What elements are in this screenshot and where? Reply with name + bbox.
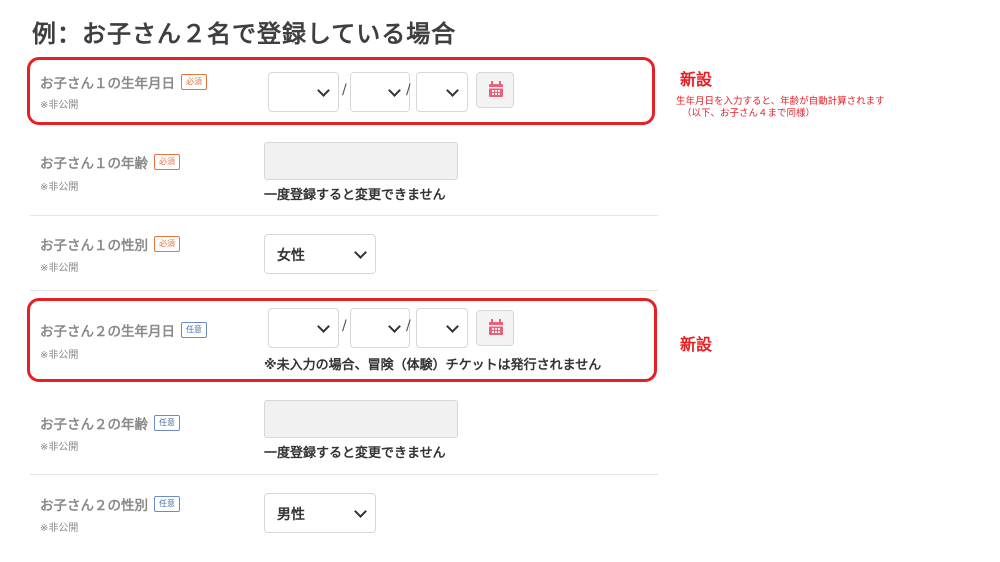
chevron-down-icon [446, 84, 459, 97]
child1-age-field [264, 142, 458, 180]
child1-age-label: お子さん１の年齢 必須 [40, 152, 180, 172]
field-label: お子さん１の性別 [40, 238, 148, 254]
child1-birth-month-select[interactable] [350, 72, 410, 112]
chevron-down-icon [388, 320, 401, 333]
calendar-button[interactable] [476, 72, 514, 108]
private-note: ※非公開 [40, 523, 79, 534]
helper-text: 一度登録すると変更できません [264, 188, 446, 203]
chevron-down-icon [317, 320, 330, 333]
new-field-label: 新設 [680, 70, 713, 89]
date-separator: / [342, 82, 347, 98]
child2-birthdate-label: お子さん２の生年月日 任意 [40, 320, 207, 340]
row-divider [30, 474, 658, 475]
calendar-button[interactable] [476, 310, 514, 346]
field-label: お子さん１の生年月日 [40, 76, 175, 92]
chevron-down-icon [388, 84, 401, 97]
optional-badge: 任意 [154, 496, 180, 512]
row-divider [30, 215, 658, 216]
private-note: ※非公開 [40, 263, 79, 274]
child2-birth-month-select[interactable] [350, 308, 410, 348]
chevron-down-icon [354, 246, 367, 259]
chevron-down-icon [317, 84, 330, 97]
required-badge: 必須 [154, 154, 180, 170]
child2-gender-select[interactable]: 男性 [264, 493, 376, 533]
page-heading: 例：お子さん２名で登録している場合 [32, 20, 457, 48]
field-label: お子さん２の年齢 [40, 417, 148, 433]
child2-age-field [264, 400, 458, 438]
child2-age-label: お子さん２の年齢 任意 [40, 413, 180, 433]
child1-birthdate-label: お子さん１の生年月日 必須 [40, 72, 207, 92]
child2-gender-label: お子さん２の性別 任意 [40, 494, 180, 514]
child1-birth-year-select[interactable] [268, 72, 339, 112]
helper-text: ※未入力の場合、冒険（体験）チケットは発行されません [264, 358, 602, 373]
selected-value: 男性 [277, 507, 305, 523]
field-label: お子さん２の性別 [40, 498, 148, 514]
child2-birth-year-select[interactable] [268, 308, 339, 348]
field-label: お子さん１の年齢 [40, 156, 148, 172]
required-badge: 必須 [181, 74, 207, 90]
selected-value: 女性 [277, 248, 305, 264]
private-note: ※非公開 [40, 350, 79, 361]
chevron-down-icon [446, 320, 459, 333]
annotation-note-line1: 生年月日を入力すると、年齢が自動計算されます [676, 96, 885, 107]
chevron-down-icon [354, 505, 367, 518]
calendar-icon [489, 319, 503, 335]
new-field-label: 新設 [680, 335, 713, 354]
optional-badge: 任意 [181, 322, 207, 338]
helper-text: 一度登録すると変更できません [264, 446, 446, 461]
optional-badge: 任意 [154, 415, 180, 431]
row-divider [30, 290, 658, 291]
required-badge: 必須 [154, 236, 180, 252]
child1-gender-label: お子さん１の性別 必須 [40, 234, 180, 254]
calendar-icon [489, 81, 503, 97]
private-note: ※非公開 [40, 182, 79, 193]
private-note: ※非公開 [40, 100, 79, 111]
date-separator: / [406, 82, 411, 98]
child1-birth-day-select[interactable] [416, 72, 468, 112]
date-separator: / [406, 318, 411, 334]
date-separator: / [342, 318, 347, 334]
private-note: ※非公開 [40, 442, 79, 453]
child2-birth-day-select[interactable] [416, 308, 468, 348]
field-label: お子さん２の生年月日 [40, 324, 175, 340]
annotation-note-line2: （以下、お子さん４まで同様） [682, 108, 816, 119]
child1-gender-select[interactable]: 女性 [264, 234, 376, 274]
